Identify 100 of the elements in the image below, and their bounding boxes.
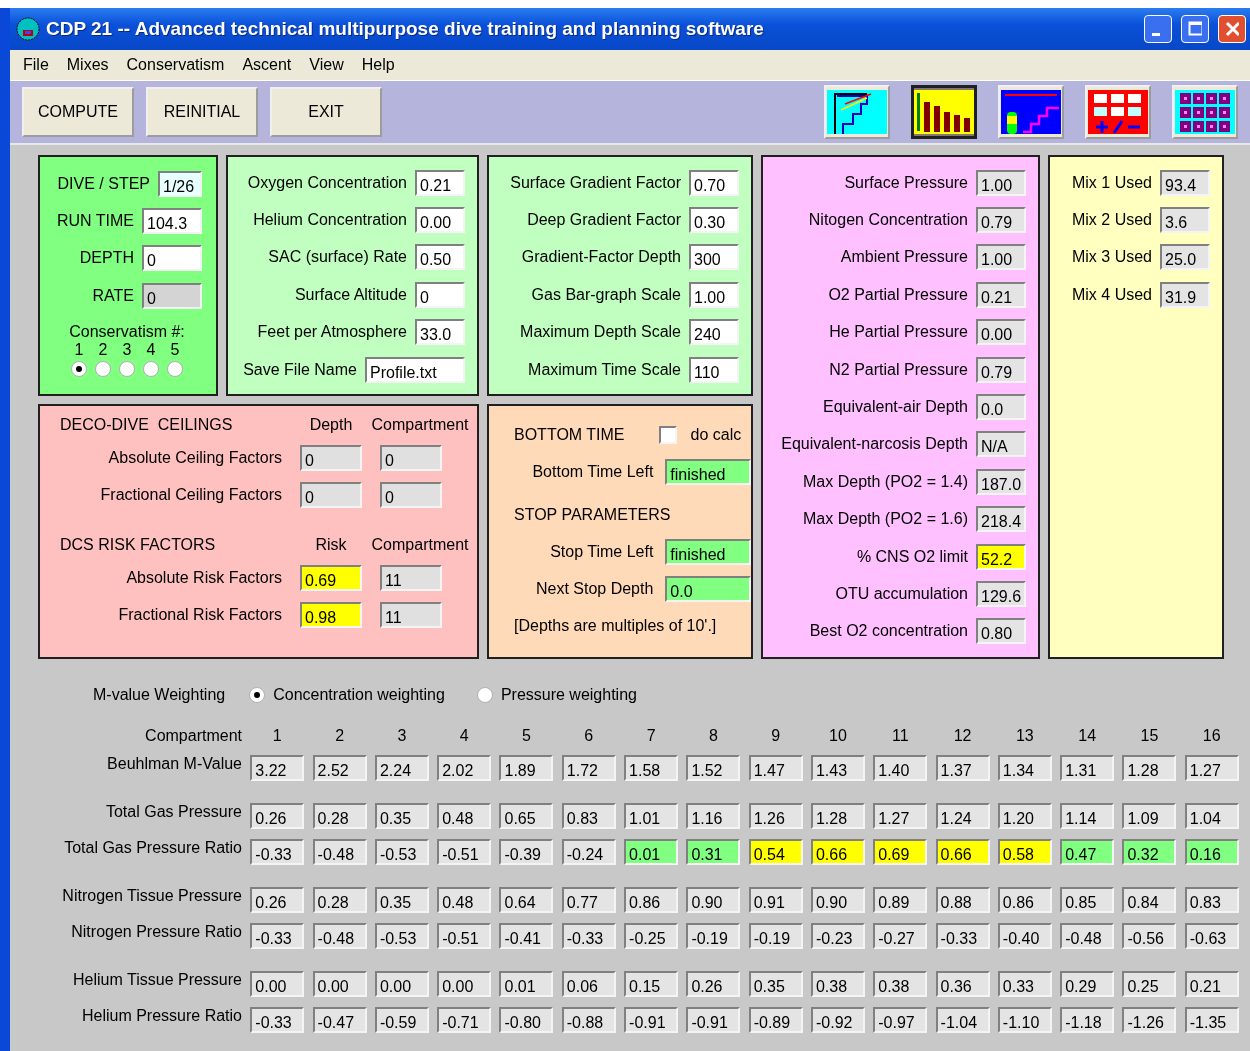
- table-cell[interactable]: -0.92: [810, 1007, 865, 1033]
- table-cell[interactable]: -0.88: [561, 1007, 616, 1033]
- table-cell[interactable]: 0.35: [748, 971, 803, 997]
- menu-item[interactable]: File: [14, 56, 58, 74]
- minimize-button[interactable]: [1144, 15, 1172, 43]
- table-cell[interactable]: 0.26: [686, 971, 741, 997]
- table-cell[interactable]: 0.28: [312, 803, 367, 829]
- table-cell[interactable]: 1.20: [997, 803, 1052, 829]
- table-cell[interactable]: 1.72: [561, 755, 616, 781]
- table-cell[interactable]: -0.33: [935, 923, 990, 949]
- table-cell[interactable]: 0.35: [374, 887, 429, 913]
- table-cell[interactable]: 0.89: [873, 887, 928, 913]
- table-cell[interactable]: 0.06: [561, 971, 616, 997]
- table-cell[interactable]: 0.88: [935, 887, 990, 913]
- table-cell[interactable]: -0.25: [624, 923, 679, 949]
- value-field[interactable]: 0.0: [665, 575, 751, 602]
- table-cell[interactable]: -1.04: [935, 1007, 990, 1033]
- table-cell[interactable]: 0.77: [561, 887, 616, 913]
- value-field[interactable]: Profile.txt: [365, 356, 465, 383]
- table-cell[interactable]: 1.27: [1184, 755, 1239, 781]
- table-cell[interactable]: 1.16: [686, 803, 741, 829]
- conservatism-radio[interactable]: 4: [143, 340, 159, 377]
- table-cell[interactable]: -1.10: [997, 1007, 1052, 1033]
- table-cell[interactable]: 1.24: [935, 803, 990, 829]
- value-field[interactable]: 0.21: [415, 169, 465, 196]
- conservatism-radio[interactable]: 1: [71, 340, 87, 377]
- table-cell[interactable]: 0.66: [935, 839, 990, 865]
- table-cell[interactable]: 0.91: [748, 887, 803, 913]
- table-cell[interactable]: 0.25: [1122, 971, 1177, 997]
- table-cell[interactable]: 0.48: [437, 887, 492, 913]
- table-cell[interactable]: -0.39: [499, 839, 554, 865]
- value-field[interactable]: 0.69: [300, 565, 362, 591]
- table-cell[interactable]: -0.59: [374, 1007, 429, 1033]
- value-field[interactable]: 25.0: [1160, 244, 1210, 271]
- table-cell[interactable]: 0.83: [561, 803, 616, 829]
- table-cell[interactable]: 1.04: [1184, 803, 1239, 829]
- table-cell[interactable]: 0.31: [686, 839, 741, 865]
- table-cell[interactable]: 0.86: [997, 887, 1052, 913]
- table-cell[interactable]: 0.26: [250, 803, 305, 829]
- table-cell[interactable]: 0.01: [624, 839, 679, 865]
- value-field[interactable]: 0.30: [689, 207, 739, 234]
- close-button[interactable]: [1218, 15, 1246, 43]
- table-cell[interactable]: 0.26: [250, 887, 305, 913]
- value-field[interactable]: 1/26: [158, 170, 202, 197]
- value-field[interactable]: 0: [300, 482, 362, 508]
- table-cell[interactable]: -1.18: [1060, 1007, 1115, 1033]
- table-cell[interactable]: -0.48: [1060, 923, 1115, 949]
- table-cell[interactable]: -0.56: [1122, 923, 1177, 949]
- table-cell[interactable]: -0.33: [561, 923, 616, 949]
- table-cell[interactable]: 0.65: [499, 803, 554, 829]
- value-field[interactable]: 0.0: [976, 394, 1026, 421]
- table-cell[interactable]: 0.47: [1060, 839, 1115, 865]
- value-field[interactable]: 52.2: [976, 543, 1026, 570]
- table-cell[interactable]: -0.19: [686, 923, 741, 949]
- table-cell[interactable]: 0.36: [935, 971, 990, 997]
- value-field[interactable]: N/A: [976, 431, 1026, 458]
- value-field[interactable]: 0.21: [976, 281, 1026, 308]
- table-cell[interactable]: 0.86: [624, 887, 679, 913]
- table-cell[interactable]: 3.22: [250, 755, 305, 781]
- table-cell[interactable]: -0.40: [997, 923, 1052, 949]
- table-cell[interactable]: -0.51: [437, 839, 492, 865]
- value-field[interactable]: finished: [665, 538, 751, 565]
- table-cell[interactable]: 0.00: [374, 971, 429, 997]
- table-cell[interactable]: -0.24: [561, 839, 616, 865]
- table-cell[interactable]: 0.83: [1184, 887, 1239, 913]
- table-cell[interactable]: 1.28: [1122, 755, 1177, 781]
- value-field[interactable]: 0.00: [976, 319, 1026, 346]
- table-cell[interactable]: -0.80: [499, 1007, 554, 1033]
- table-cell[interactable]: 0.54: [748, 839, 803, 865]
- table-cell[interactable]: 1.27: [873, 803, 928, 829]
- table-cell[interactable]: -0.63: [1184, 923, 1239, 949]
- conservatism-radio[interactable]: 3: [119, 340, 135, 377]
- table-cell[interactable]: 2.02: [437, 755, 492, 781]
- table-cell[interactable]: -0.89: [748, 1007, 803, 1033]
- table-cell[interactable]: -1.35: [1184, 1007, 1239, 1033]
- table-cell[interactable]: 0.64: [499, 887, 554, 913]
- table-cell[interactable]: 1.52: [686, 755, 741, 781]
- toolbar-button[interactable]: COMPUTE: [22, 87, 134, 137]
- value-field[interactable]: 187.0: [976, 468, 1026, 495]
- table-cell[interactable]: 0.38: [873, 971, 928, 997]
- table-cell[interactable]: 0.66: [810, 839, 865, 865]
- table-cell[interactable]: -0.53: [374, 923, 429, 949]
- table-cell[interactable]: 1.58: [624, 755, 679, 781]
- value-field[interactable]: 0.98: [300, 602, 362, 628]
- table-cell[interactable]: -0.27: [873, 923, 928, 949]
- table-cell[interactable]: 0.00: [312, 971, 367, 997]
- value-field[interactable]: 110: [689, 356, 739, 383]
- table-cell[interactable]: 0.69: [873, 839, 928, 865]
- table-cell[interactable]: -0.91: [686, 1007, 741, 1033]
- table-cell[interactable]: 1.09: [1122, 803, 1177, 829]
- value-field[interactable]: 1.00: [976, 169, 1026, 196]
- table-cell[interactable]: 0.90: [810, 887, 865, 913]
- value-field[interactable]: 0: [380, 482, 442, 508]
- value-field[interactable]: 1.00: [976, 244, 1026, 271]
- menu-item[interactable]: Conservatism: [117, 56, 234, 74]
- table-cell[interactable]: -0.19: [748, 923, 803, 949]
- table-cell[interactable]: -0.53: [374, 839, 429, 865]
- menu-item[interactable]: Mixes: [57, 56, 118, 74]
- table-cell[interactable]: -0.47: [312, 1007, 367, 1033]
- table-cell[interactable]: 0.33: [997, 971, 1052, 997]
